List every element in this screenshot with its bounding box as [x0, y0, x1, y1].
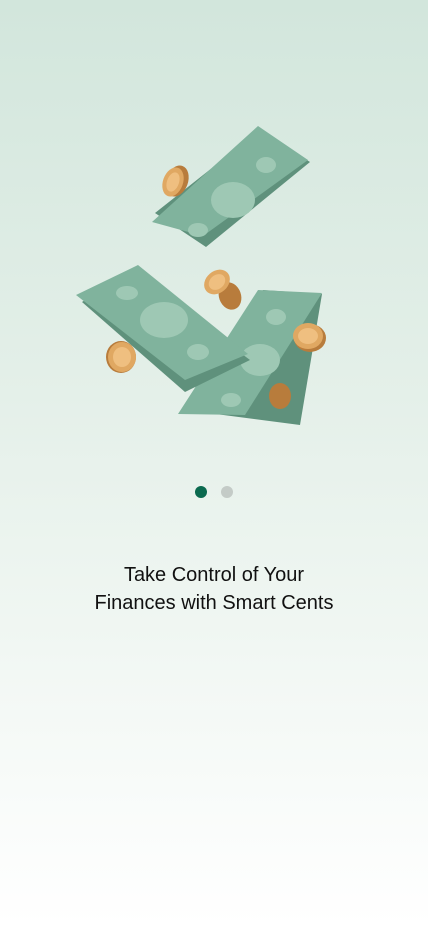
coin-5: [269, 383, 291, 409]
page-dot-1[interactable]: [195, 486, 207, 498]
coin-2: [204, 269, 242, 310]
onboarding-screen: Take Control of Your Finances with Smart…: [0, 0, 428, 926]
coin-3: [106, 341, 136, 373]
flying-money-icon: [60, 110, 350, 440]
page-dot-2[interactable]: [221, 486, 233, 498]
page-indicator: [0, 486, 428, 498]
onboarding-headline: Take Control of Your Finances with Smart…: [94, 564, 334, 614]
